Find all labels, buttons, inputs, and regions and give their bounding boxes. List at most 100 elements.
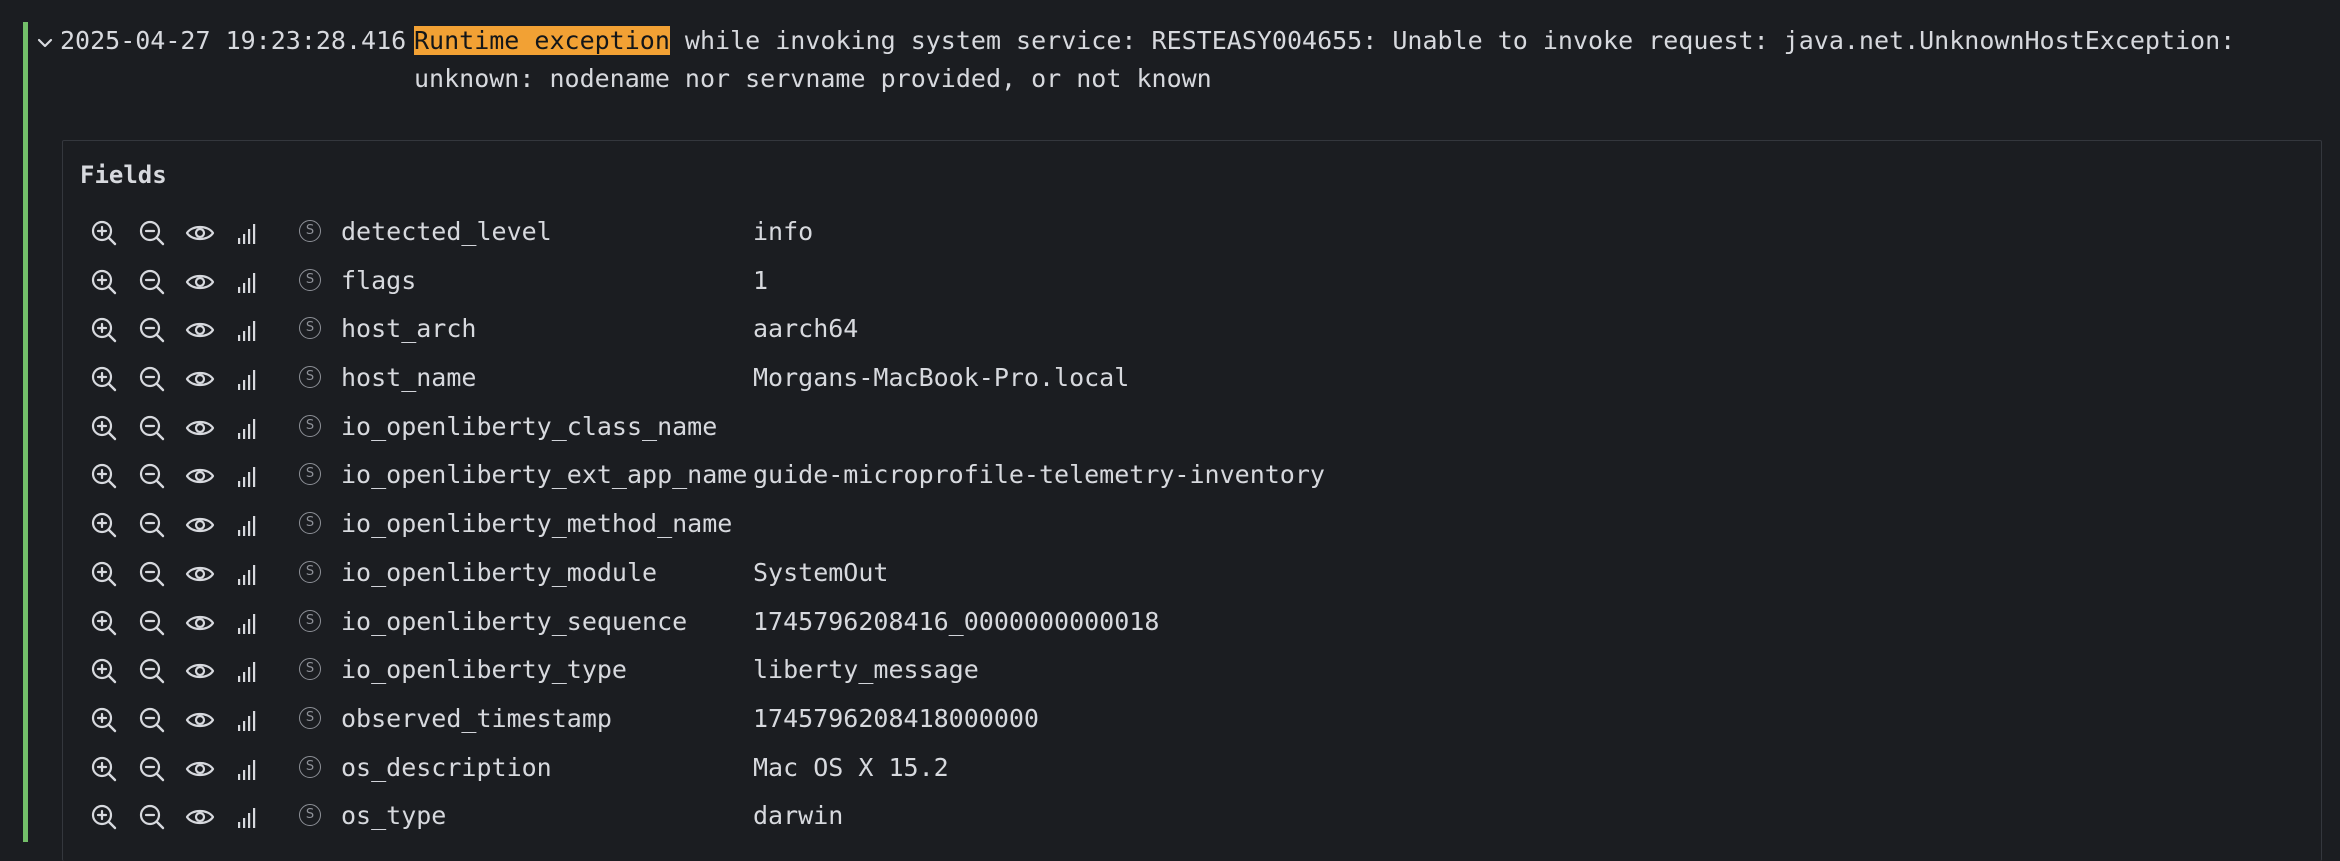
filter-out-value-button[interactable] bbox=[137, 802, 167, 832]
zoom-in-icon bbox=[89, 413, 119, 443]
field-stats-button[interactable] bbox=[233, 218, 263, 248]
filter-for-value-button[interactable] bbox=[89, 802, 119, 832]
filter-for-value-button[interactable] bbox=[89, 705, 119, 735]
field-value: guide-microprofile-telemetry-inventory bbox=[753, 460, 1325, 490]
stats-icon bbox=[233, 510, 263, 540]
toggle-field-visibility-button[interactable] bbox=[185, 608, 215, 638]
filter-out-value-button[interactable] bbox=[137, 364, 167, 394]
string-type-icon: S bbox=[299, 220, 321, 242]
filter-for-value-button[interactable] bbox=[89, 656, 119, 686]
log-row[interactable]: 2025-04-27 19:23:28.416 Runtime exceptio… bbox=[34, 22, 2340, 102]
filter-for-value-button[interactable] bbox=[89, 608, 119, 638]
filter-out-value-button[interactable] bbox=[137, 510, 167, 540]
filter-out-value-button[interactable] bbox=[137, 608, 167, 638]
toggle-field-visibility-button[interactable] bbox=[185, 510, 215, 540]
filter-out-value-button[interactable] bbox=[137, 656, 167, 686]
eye-icon bbox=[185, 218, 215, 248]
eye-icon bbox=[185, 802, 215, 832]
filter-for-value-button[interactable] bbox=[89, 267, 119, 297]
zoom-in-icon bbox=[89, 218, 119, 248]
toggle-field-visibility-button[interactable] bbox=[185, 802, 215, 832]
filter-for-value-button[interactable] bbox=[89, 218, 119, 248]
toggle-field-visibility-button[interactable] bbox=[185, 267, 215, 297]
field-row: Sio_openliberty_class_name bbox=[63, 403, 2321, 452]
eye-icon bbox=[185, 559, 215, 589]
field-row: Sflags 1 bbox=[63, 257, 2321, 306]
string-type-icon: S bbox=[299, 560, 321, 583]
field-stats-button[interactable] bbox=[233, 656, 263, 686]
filter-out-value-button[interactable] bbox=[137, 413, 167, 443]
toggle-field-visibility-button[interactable] bbox=[185, 754, 215, 784]
filter-for-value-button[interactable] bbox=[89, 413, 119, 443]
field-stats-button[interactable] bbox=[233, 461, 263, 491]
stats-icon bbox=[233, 608, 263, 638]
eye-icon bbox=[185, 364, 215, 394]
zoom-in-icon bbox=[89, 315, 119, 345]
toggle-field-visibility-button[interactable] bbox=[185, 315, 215, 345]
filter-for-value-button[interactable] bbox=[89, 315, 119, 345]
log-details-panel: Fields Sdetected_level info Sflags 1 Shost_a… bbox=[62, 140, 2322, 861]
stats-icon bbox=[233, 461, 263, 491]
field-stats-button[interactable] bbox=[233, 802, 263, 832]
eye-icon bbox=[185, 705, 215, 735]
toggle-field-visibility-button[interactable] bbox=[185, 413, 215, 443]
string-type-icon: S bbox=[299, 366, 321, 389]
field-stats-button[interactable] bbox=[233, 413, 263, 443]
eye-icon bbox=[185, 656, 215, 686]
field-stats-button[interactable] bbox=[233, 510, 263, 540]
field-value: aarch64 bbox=[753, 314, 859, 344]
eye-icon bbox=[185, 267, 215, 297]
filter-out-value-button[interactable] bbox=[137, 705, 167, 735]
filter-for-value-button[interactable] bbox=[89, 559, 119, 589]
field-row: Sobserved_timestamp 1745796208418000000 bbox=[63, 695, 2321, 744]
filter-out-value-button[interactable] bbox=[137, 218, 167, 248]
zoom-in-icon bbox=[89, 461, 119, 491]
filter-out-value-button[interactable] bbox=[137, 267, 167, 297]
zoom-out-icon bbox=[137, 510, 167, 540]
stats-icon bbox=[233, 413, 263, 443]
filter-out-value-button[interactable] bbox=[137, 559, 167, 589]
eye-icon bbox=[185, 413, 215, 443]
filter-out-value-button[interactable] bbox=[137, 315, 167, 345]
zoom-out-icon bbox=[137, 267, 167, 297]
zoom-out-icon bbox=[137, 413, 167, 443]
field-name: host_arch bbox=[341, 314, 477, 344]
field-stats-button[interactable] bbox=[233, 315, 263, 345]
field-stats-button[interactable] bbox=[233, 754, 263, 784]
zoom-out-icon bbox=[137, 364, 167, 394]
zoom-out-icon bbox=[137, 705, 167, 735]
toggle-field-visibility-button[interactable] bbox=[185, 559, 215, 589]
string-type-icon: S bbox=[299, 268, 321, 291]
filter-for-value-button[interactable] bbox=[89, 461, 119, 491]
stats-icon bbox=[233, 656, 263, 686]
field-stats-button[interactable] bbox=[233, 705, 263, 735]
field-stats-button[interactable] bbox=[233, 559, 263, 589]
toggle-field-visibility-button[interactable] bbox=[185, 461, 215, 491]
toggle-field-visibility-button[interactable] bbox=[185, 656, 215, 686]
filter-for-value-button[interactable] bbox=[89, 510, 119, 540]
string-type-icon: S bbox=[299, 414, 321, 437]
toggle-field-visibility-button[interactable] bbox=[185, 364, 215, 394]
field-row: Sio_openliberty_method_name bbox=[63, 500, 2321, 549]
field-row: Shost_name Morgans-MacBook-Pro.local bbox=[63, 354, 2321, 403]
string-type-icon: S bbox=[299, 706, 321, 729]
zoom-out-icon bbox=[137, 754, 167, 784]
stats-icon bbox=[233, 364, 263, 394]
field-stats-button[interactable] bbox=[233, 267, 263, 297]
toggle-field-visibility-button[interactable] bbox=[185, 218, 215, 248]
chevron-down-icon[interactable] bbox=[34, 32, 56, 54]
field-name: os_description bbox=[341, 752, 552, 782]
stats-icon bbox=[233, 705, 263, 735]
zoom-out-icon bbox=[137, 802, 167, 832]
field-stats-button[interactable] bbox=[233, 608, 263, 638]
filter-for-value-button[interactable] bbox=[89, 754, 119, 784]
filter-out-value-button[interactable] bbox=[137, 461, 167, 491]
field-value: darwin bbox=[753, 801, 844, 831]
filter-out-value-button[interactable] bbox=[137, 754, 167, 784]
field-name: detected_level bbox=[341, 217, 552, 246]
toggle-field-visibility-button[interactable] bbox=[185, 705, 215, 735]
filter-for-value-button[interactable] bbox=[89, 364, 119, 394]
field-stats-button[interactable] bbox=[233, 364, 263, 394]
eye-icon bbox=[185, 608, 215, 638]
field-value: 1745796208416_0000000000018 bbox=[753, 606, 1160, 636]
